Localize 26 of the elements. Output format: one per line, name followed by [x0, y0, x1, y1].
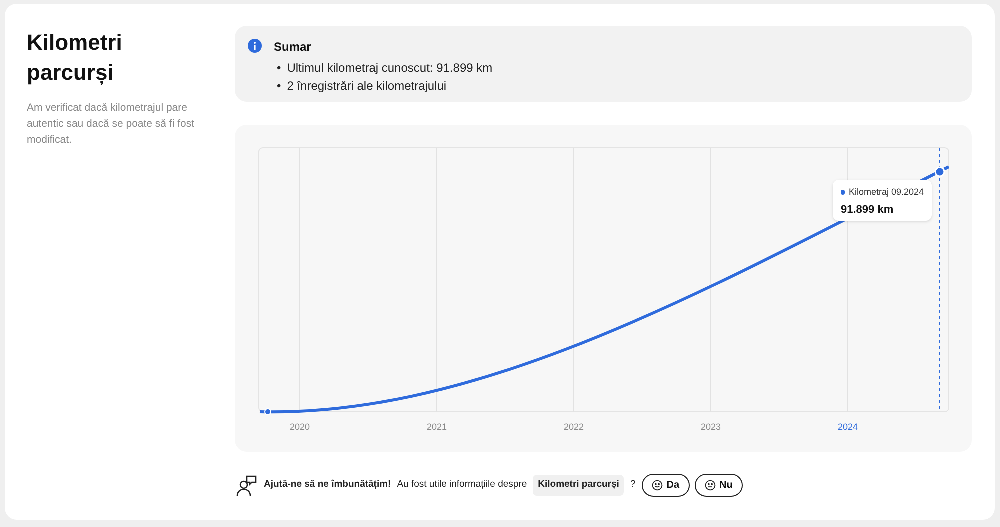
- smiley-icon: [652, 480, 663, 491]
- tooltip-label: Kilometraj 09.2024: [848, 186, 924, 199]
- info-icon: [248, 39, 262, 53]
- x-axis-label: 2020: [290, 422, 310, 432]
- neutral-face-icon: [704, 480, 716, 491]
- section-title: Kilometri parcurși: [27, 29, 124, 88]
- tooltip-value: 91.899 km: [841, 202, 895, 218]
- feedback-question: Au fost utile informațiile despre: [397, 478, 528, 492]
- x-axis-label: 2023: [700, 422, 722, 432]
- feedback-prompt: Ajută-ne să ne îmbunătățim!: [264, 478, 392, 492]
- x-axis-label: 2021: [426, 422, 448, 432]
- data-point: [264, 408, 272, 416]
- x-axis-label: 2022: [564, 422, 584, 432]
- summary-title: Sumar: [274, 39, 312, 56]
- summary-item: 2 înregistrări ale kilometrajului: [287, 78, 447, 95]
- summary-item: Ultimul kilometraj cunoscut: 91.899 km: [287, 60, 493, 77]
- data-point: [934, 166, 946, 178]
- section-description: Am verificat dacă kilometrajul pare autentic sau dacă se poate să fi fost modificat.: [27, 101, 196, 148]
- x-axis-label: 2024: [838, 422, 858, 432]
- feedback-button[interactable]: Nu: [694, 474, 743, 497]
- question-mark: ?: [630, 478, 636, 492]
- feedback-button[interactable]: Da: [642, 474, 690, 497]
- bullet: •: [277, 78, 282, 95]
- bullet: •: [277, 60, 282, 77]
- feedback-person-icon: [236, 474, 258, 496]
- topic-chip: Kilometri parcurși: [533, 475, 624, 496]
